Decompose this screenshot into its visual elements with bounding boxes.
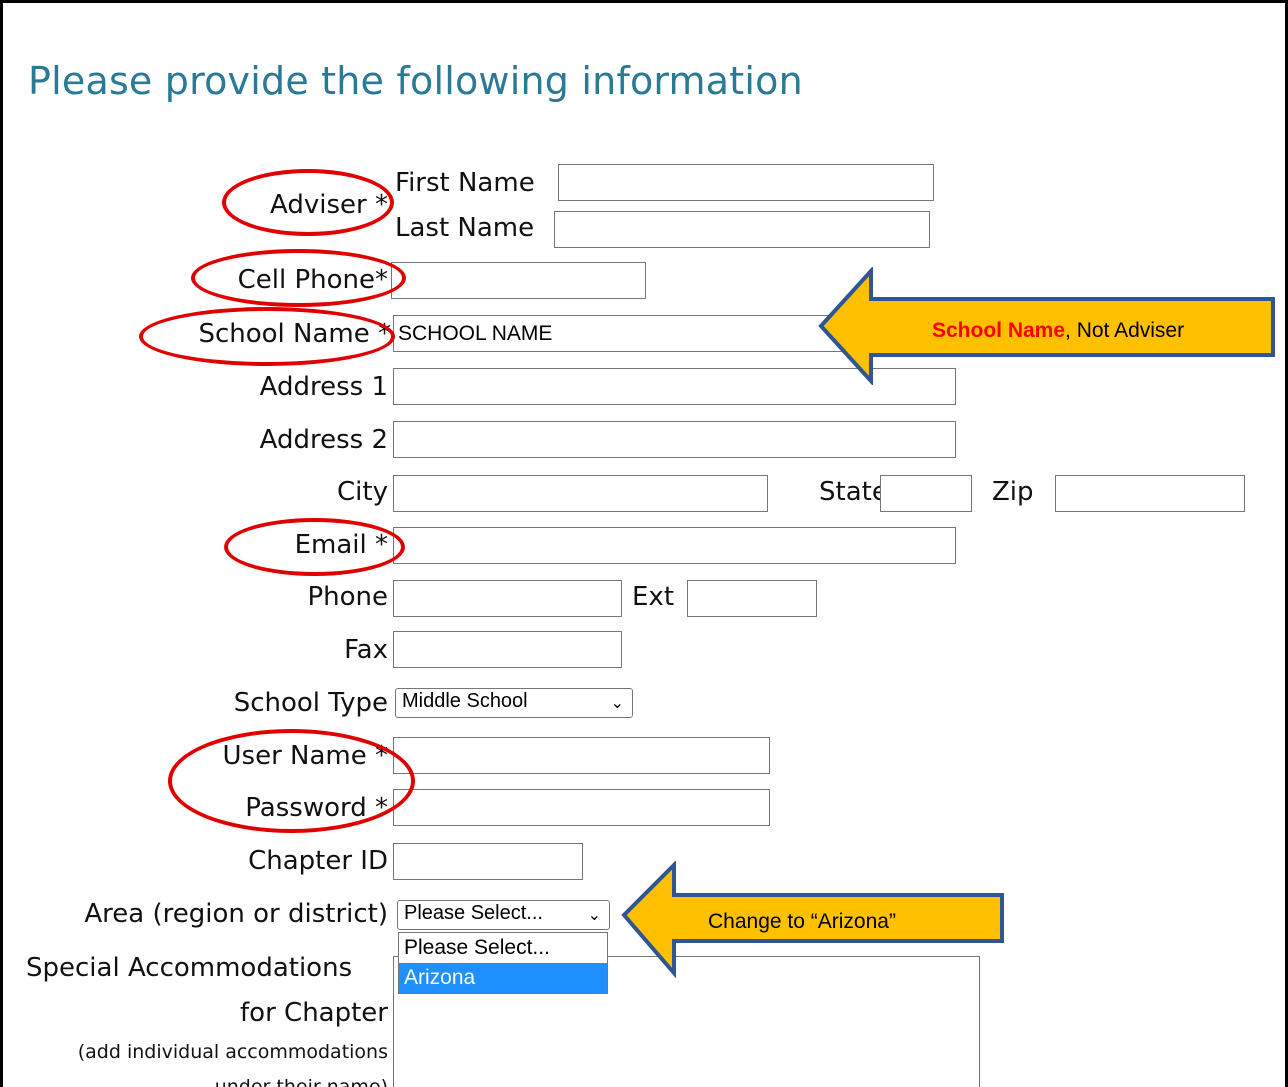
annotation-ring-adviser <box>222 169 394 236</box>
ext-label: Ext <box>632 582 675 612</box>
school-type-select[interactable]: Middle School ⌄ <box>395 688 633 718</box>
school-type-label: School Type <box>233 688 388 718</box>
school-name-input[interactable] <box>393 315 863 352</box>
state-input[interactable] <box>880 475 972 512</box>
email-input[interactable] <box>393 527 956 564</box>
city-label: City <box>337 477 388 507</box>
annotation-ring-school-name <box>139 307 395 366</box>
address1-label: Address 1 <box>259 372 388 402</box>
annotation-ring-email <box>224 518 405 576</box>
last-name-label: Last Name <box>395 213 535 243</box>
zip-label: Zip <box>992 477 1034 507</box>
dropdown-option-please-select[interactable]: Please Select... <box>399 933 607 963</box>
zip-input[interactable] <box>1055 475 1245 512</box>
last-name-input[interactable] <box>554 211 930 248</box>
chapter-id-label: Chapter ID <box>248 846 388 876</box>
ext-input[interactable] <box>687 580 817 617</box>
annotation-ring-user-password <box>168 729 415 833</box>
area-select[interactable]: Please Select... ⌄ <box>397 900 610 930</box>
screenshot-frame: Please provide the following information… <box>0 0 1288 1087</box>
chevron-down-icon: ⌄ <box>587 907 601 924</box>
fax-input[interactable] <box>393 631 622 668</box>
special-accommodations-note: (add individual accommodations <box>77 1041 388 1063</box>
school-type-selected: Middle School <box>402 690 528 712</box>
password-input[interactable] <box>393 789 770 826</box>
chapter-id-input[interactable] <box>393 843 583 880</box>
phone-input[interactable] <box>393 580 622 617</box>
user-name-input[interactable] <box>393 737 770 774</box>
annotation-ring-cell-phone <box>191 249 406 307</box>
area-selected: Please Select... <box>404 902 543 924</box>
area-dropdown-list: Please Select... Arizona <box>398 932 608 994</box>
special-accommodations-note-2: under their name) <box>214 1076 388 1087</box>
area-callout-text: Change to “Arizona” <box>708 910 896 933</box>
area-label: Area (region or district) <box>84 899 388 929</box>
address2-input[interactable] <box>393 421 956 458</box>
first-name-label: First Name <box>395 168 535 198</box>
fax-label: Fax <box>344 635 388 665</box>
special-accommodations-label: Special Accommodations <box>26 953 353 983</box>
chevron-down-icon: ⌄ <box>610 695 624 712</box>
state-label: State <box>819 477 888 507</box>
first-name-input[interactable] <box>558 164 934 201</box>
cell-phone-input[interactable] <box>391 262 646 299</box>
special-accommodations-label-2: for Chapter <box>240 998 388 1028</box>
address2-label: Address 2 <box>259 425 388 455</box>
city-input[interactable] <box>393 475 768 512</box>
phone-label: Phone <box>307 582 388 612</box>
dropdown-option-arizona[interactable]: Arizona <box>399 963 607 993</box>
school-name-callout-text: School Name, Not Adviser <box>932 319 1185 342</box>
page-title: Please provide the following information <box>28 59 803 103</box>
